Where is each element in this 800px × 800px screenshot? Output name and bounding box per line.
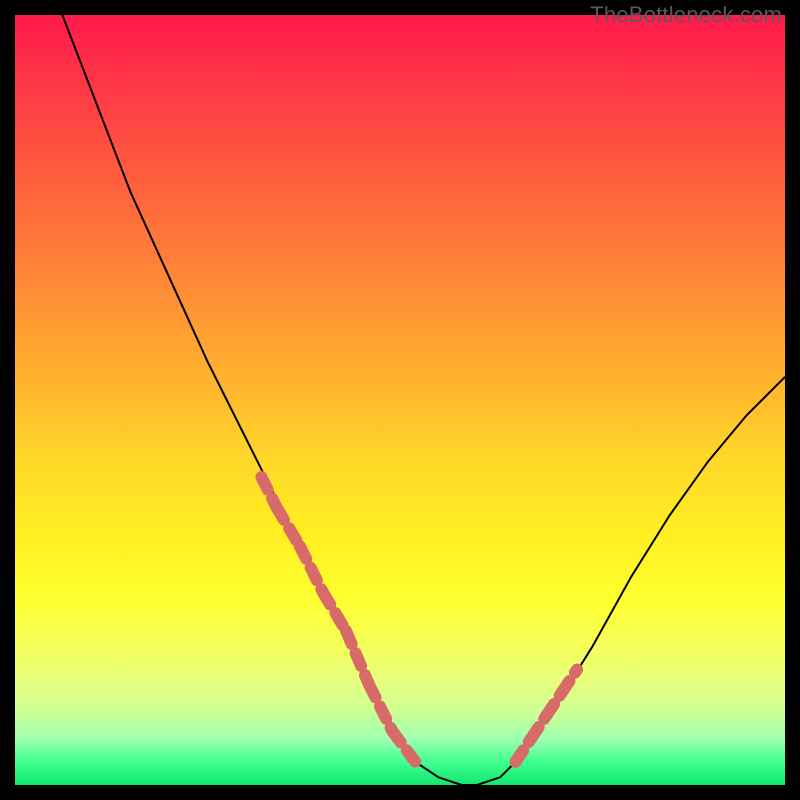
chart-svg [15,15,785,785]
highlight-dashes-left-segment [346,631,369,685]
highlight-dashes-left-segment [369,685,392,731]
chart-frame: TheBottleneck.com [0,0,800,800]
highlight-dashes-left-segment [323,593,346,632]
plot-area [15,15,785,785]
highlight-dashes-right-segment [562,670,577,693]
highlight-dashes-left-segment [392,731,415,762]
highlight-dashes-left-segment [277,508,300,547]
watermark-text: TheBottleneck.com [590,2,782,28]
bottleneck-curve [54,0,786,785]
highlight-dashes-left-segment [300,546,323,592]
